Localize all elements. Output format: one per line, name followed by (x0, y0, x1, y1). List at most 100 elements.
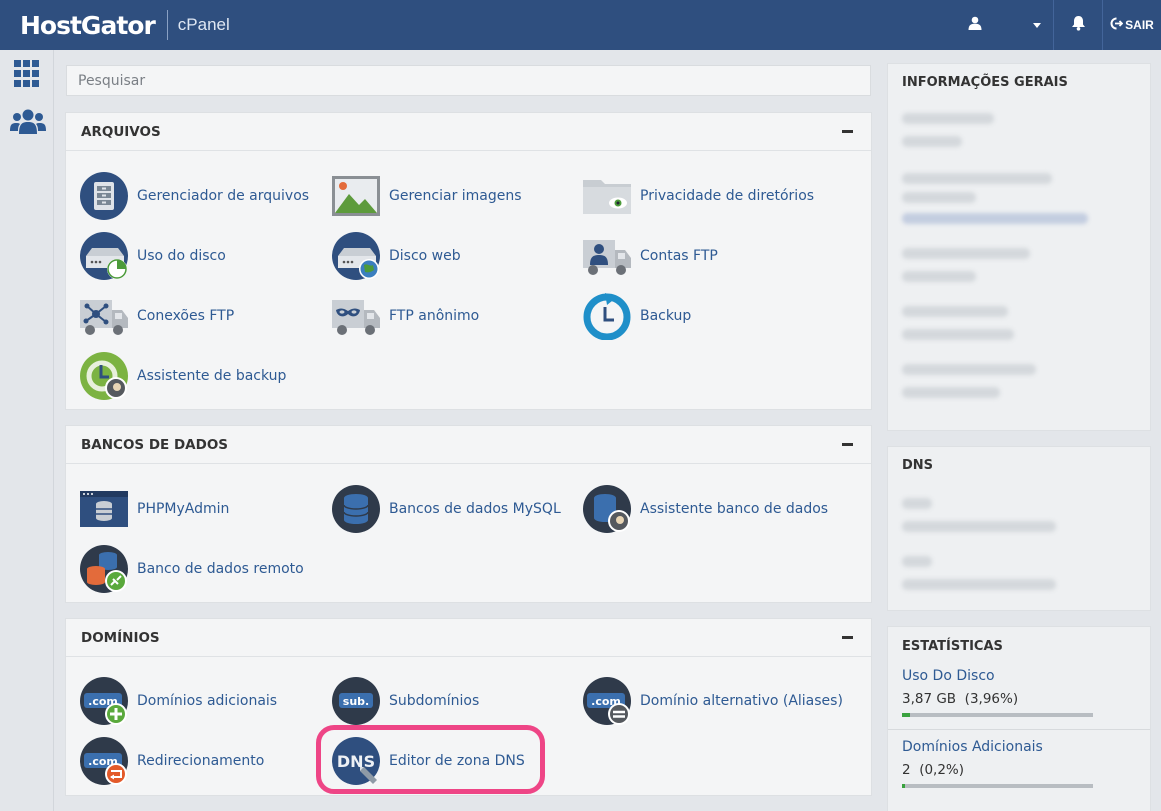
highlight-ring (316, 725, 545, 794)
section-header[interactable]: ARQUIVOS (66, 113, 871, 151)
user-menu-button[interactable] (953, 0, 1053, 50)
item-addon-domains[interactable]: .com Domínios adicionais (80, 676, 325, 726)
item-phpmyadmin[interactable]: PHPMyAdmin (80, 484, 325, 534)
item-label: Disco web (389, 248, 461, 264)
user-icon (968, 16, 982, 35)
item-label: Domínio alternativo (Aliases) (640, 693, 843, 709)
notifications-button[interactable] (1054, 0, 1102, 50)
brand-logo[interactable]: HostGator (20, 11, 156, 40)
users-icon[interactable] (10, 108, 46, 141)
item-database-wizard[interactable]: Assistente banco de dados (583, 484, 828, 534)
svg-text:sub.: sub. (343, 695, 369, 708)
section-title: BANCOS DE DADOS (81, 436, 229, 453)
mysql-databases-icon (332, 485, 380, 533)
panel-title: INFORMAÇÕES GERAIS (902, 75, 1068, 90)
stat-value: 3,87 GB (3,96%) (902, 691, 1150, 707)
disk-usage-icon (80, 232, 128, 280)
images-icon (332, 172, 380, 220)
anonymous-ftp-icon (332, 292, 380, 340)
item-ftp-accounts[interactable]: Contas FTP (583, 231, 828, 281)
logo-separator (166, 10, 168, 40)
item-backup-wizard[interactable]: Assistente de backup (80, 351, 325, 401)
collapse-icon[interactable] (842, 443, 853, 446)
progress-bar (902, 784, 1093, 788)
progress-fill (902, 713, 910, 717)
dns-panel: DNS (887, 446, 1151, 611)
subdomains-icon: sub. (332, 677, 380, 725)
top-bar: HostGator cPanel SAIR (0, 0, 1161, 50)
item-label: Contas FTP (640, 248, 718, 264)
item-remote-database[interactable]: Banco de dados remoto (80, 544, 325, 594)
collapse-icon[interactable] (842, 636, 853, 639)
search-input[interactable] (78, 72, 870, 89)
item-images[interactable]: Gerenciar imagens (332, 171, 577, 221)
item-aliases[interactable]: .com Domínio alternativo (Aliases) (583, 676, 843, 726)
stat-value: 2 (0,2%) (902, 762, 1150, 778)
stat-addon-domains: Domínios Adicionais 2 (0,2%) (888, 739, 1150, 788)
progress-fill (902, 784, 905, 788)
logout-icon (1110, 17, 1124, 33)
aliases-icon: .com (583, 677, 631, 725)
item-label: Gerenciador de arquivos (137, 188, 310, 204)
item-anonymous-ftp[interactable]: FTP anônimo (332, 291, 577, 341)
stat-label-link[interactable]: Domínios Adicionais (902, 739, 1150, 755)
progress-bar (902, 713, 1093, 717)
grid-icon[interactable] (10, 60, 42, 92)
ftp-connections-icon (80, 292, 128, 340)
item-directory-privacy[interactable]: Privacidade de diretórios (583, 171, 828, 221)
item-label: Domínios adicionais (137, 693, 278, 709)
logout-button[interactable]: SAIR (1103, 0, 1161, 50)
logout-label: SAIR (1125, 18, 1154, 32)
file-manager-icon (80, 172, 128, 220)
section-header[interactable]: DOMÍNIOS (66, 619, 871, 657)
general-info-panel: INFORMAÇÕES GERAIS (887, 63, 1151, 431)
directory-privacy-icon (583, 172, 631, 220)
item-label: Bancos de dados MySQL (389, 501, 561, 517)
panel-title: DNS (902, 458, 934, 473)
item-backup[interactable]: Backup (583, 291, 828, 341)
item-subdomains[interactable]: sub. Subdomínios (332, 676, 577, 726)
item-label: Gerenciar imagens (389, 188, 522, 204)
item-label: Privacidade de diretórios (640, 188, 815, 204)
item-label: Assistente de backup (137, 368, 287, 384)
section-databases: BANCOS DE DADOS PHPMyAdmin Bancos de dad… (65, 425, 872, 603)
item-label: PHPMyAdmin (137, 501, 230, 517)
item-disk-usage[interactable]: Uso do disco (80, 231, 325, 281)
item-label: Banco de dados remoto (137, 561, 304, 577)
stat-amount: 3,87 GB (902, 691, 957, 707)
item-label: Subdomínios (389, 693, 480, 709)
item-redirects[interactable]: .com Redirecionamento (80, 736, 325, 786)
section-files: ARQUIVOS Gerenciador de arquivos Gerenci… (65, 112, 872, 410)
top-actions: SAIR (953, 0, 1161, 50)
item-label: Uso do disco (137, 248, 226, 264)
item-web-disk[interactable]: Disco web (332, 231, 577, 281)
ftp-accounts-icon (583, 232, 631, 280)
item-label: FTP anônimo (389, 308, 480, 324)
section-title: ARQUIVOS (81, 123, 161, 140)
blurred-info (888, 101, 1150, 398)
web-disk-icon (332, 232, 380, 280)
divider (888, 729, 1150, 730)
stat-percent: (3,96%) (964, 691, 1019, 707)
remote-database-icon (80, 545, 128, 593)
stat-amount: 2 (902, 762, 911, 778)
item-label: Redirecionamento (137, 753, 265, 769)
blurred-dns (888, 484, 1150, 590)
database-wizard-icon (583, 485, 631, 533)
backup-wizard-icon (80, 352, 128, 400)
collapse-icon[interactable] (842, 130, 853, 133)
item-file-manager[interactable]: Gerenciador de arquivos (80, 171, 325, 221)
section-header[interactable]: BANCOS DE DADOS (66, 426, 871, 464)
item-ftp-connections[interactable]: Conexões FTP (80, 291, 325, 341)
stats-panel: ESTATÍSTICAS Uso Do Disco 3,87 GB (3,96%… (887, 626, 1151, 811)
section-title: DOMÍNIOS (81, 629, 160, 646)
stat-disk-usage: Uso Do Disco 3,87 GB (3,96%) (888, 668, 1150, 730)
addon-domains-icon: .com (80, 677, 128, 725)
stat-label-link[interactable]: Uso Do Disco (902, 668, 1150, 684)
item-label: Conexões FTP (137, 308, 235, 324)
panel-title: ESTATÍSTICAS (902, 639, 1003, 654)
left-sidebar (0, 50, 54, 811)
item-mysql-databases[interactable]: Bancos de dados MySQL (332, 484, 577, 534)
search-bar[interactable] (66, 65, 871, 96)
stat-percent: (0,2%) (919, 762, 965, 778)
